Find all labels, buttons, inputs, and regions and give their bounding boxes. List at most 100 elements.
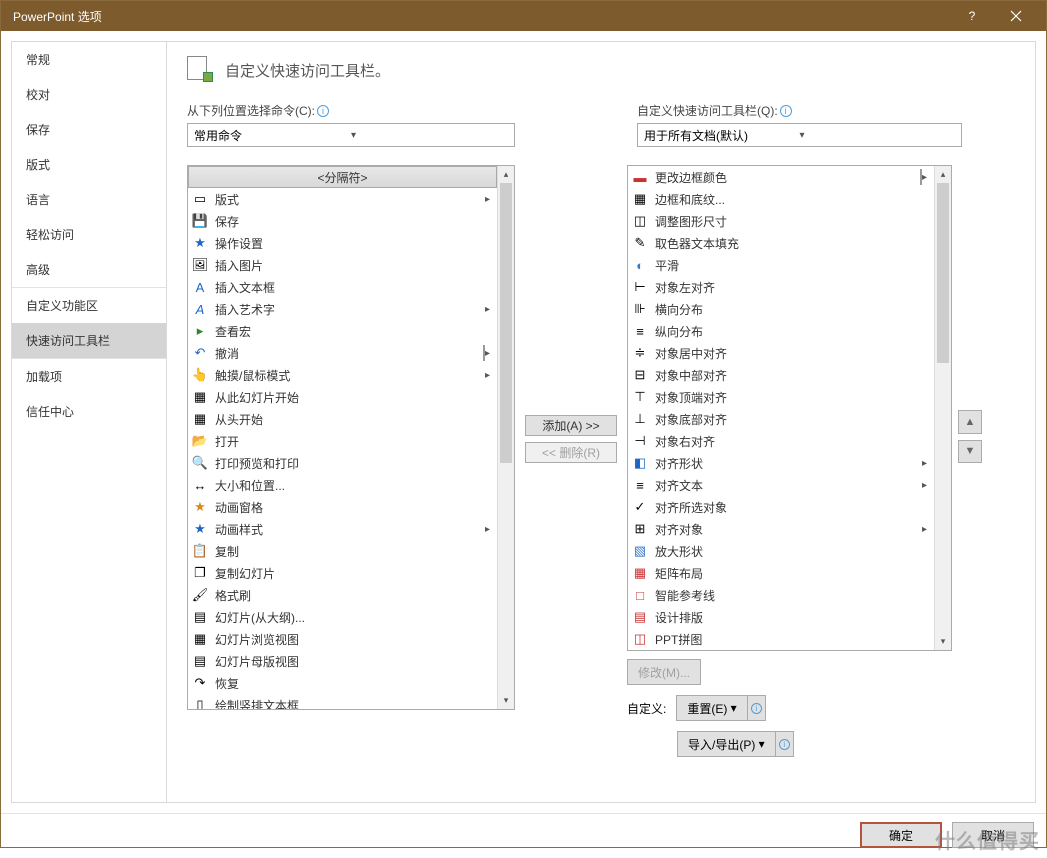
- list-item[interactable]: ⊣对象右对齐: [628, 430, 934, 452]
- sidebar-item[interactable]: 快速访问工具栏: [12, 323, 166, 358]
- list-item[interactable]: ▯绘制竖排文本框: [188, 694, 497, 709]
- command-icon: ★: [191, 235, 209, 251]
- available-commands-list[interactable]: <分隔符>▭版式▸💾保存★操作设置🖼插入图片A插入文本框A插入艺术字▸▸查看宏↶…: [187, 165, 515, 710]
- list-item[interactable]: ⊞对齐对象▸: [628, 518, 934, 540]
- command-icon: ↔: [191, 477, 209, 493]
- sidebar: 常规校对保存版式语言轻松访问高级自定义功能区快速访问工具栏加载项信任中心: [11, 41, 166, 803]
- list-item[interactable]: 📂打开: [188, 430, 497, 452]
- list-item[interactable]: <分隔符>: [188, 166, 497, 188]
- scroll-up-button[interactable]: ▴: [935, 166, 951, 183]
- scrollbar[interactable]: ▴ ▾: [934, 166, 951, 650]
- sidebar-item[interactable]: 版式: [12, 147, 166, 182]
- command-icon: ▦: [631, 565, 649, 581]
- list-item[interactable]: ↔大小和位置...: [188, 474, 497, 496]
- list-item[interactable]: ▤设计排版: [628, 606, 934, 628]
- sidebar-item[interactable]: 轻松访问: [12, 217, 166, 252]
- list-item[interactable]: ▦从此幻灯片开始: [188, 386, 497, 408]
- sidebar-item[interactable]: 常规: [12, 42, 166, 77]
- list-item[interactable]: ≡纵向分布: [628, 320, 934, 342]
- list-item[interactable]: ↷恢复: [188, 672, 497, 694]
- list-item[interactable]: ◫调整图形尺寸: [628, 210, 934, 232]
- commands-from-dropdown[interactable]: 常用命令 ▾: [187, 123, 515, 147]
- list-item[interactable]: ▭版式▸: [188, 188, 497, 210]
- list-item[interactable]: 📋复制: [188, 540, 497, 562]
- list-item[interactable]: ⊟对象中部对齐: [628, 364, 934, 386]
- remove-button[interactable]: << 删除(R): [525, 442, 617, 463]
- list-item[interactable]: ▤幻灯片母版视图: [188, 650, 497, 672]
- close-icon: [1010, 10, 1022, 22]
- list-item[interactable]: ◐平滑: [628, 254, 934, 276]
- command-icon: ⊟: [631, 367, 649, 383]
- list-item[interactable]: 🔍打印预览和打印: [188, 452, 497, 474]
- list-item[interactable]: ⊥对象底部对齐: [628, 408, 934, 430]
- command-icon: ▯: [191, 697, 209, 709]
- list-item[interactable]: ★操作设置: [188, 232, 497, 254]
- list-item[interactable]: ▦幻灯片浏览视图: [188, 628, 497, 650]
- scroll-up-button[interactable]: ▴: [498, 166, 514, 183]
- command-icon: ⊢: [631, 279, 649, 295]
- command-icon: ⊞: [631, 521, 649, 537]
- list-item[interactable]: ▧放大形状: [628, 540, 934, 562]
- list-item[interactable]: ★动画窗格: [188, 496, 497, 518]
- list-item[interactable]: ◧对齐形状▸: [628, 452, 934, 474]
- list-item[interactable]: ❐复制幻灯片: [188, 562, 497, 584]
- ok-button[interactable]: 确定: [860, 822, 942, 848]
- scroll-down-button[interactable]: ▾: [498, 692, 514, 709]
- sidebar-item[interactable]: 保存: [12, 112, 166, 147]
- list-item[interactable]: ⊪横向分布: [628, 298, 934, 320]
- sidebar-item[interactable]: 自定义功能区: [12, 288, 166, 323]
- sidebar-item[interactable]: 信任中心: [12, 394, 166, 429]
- list-item[interactable]: ↶撤消▸: [188, 342, 497, 364]
- command-icon: ⊤: [631, 389, 649, 405]
- list-item[interactable]: ▤幻灯片(从大纲)...: [188, 606, 497, 628]
- list-item[interactable]: 🖼插入图片: [188, 254, 497, 276]
- command-icon: ▦: [191, 389, 209, 405]
- move-up-button[interactable]: ▲: [958, 410, 982, 434]
- sidebar-item[interactable]: 高级: [12, 252, 166, 287]
- list-item[interactable]: 💾保存: [188, 210, 497, 232]
- close-button[interactable]: [994, 1, 1038, 31]
- list-item[interactable]: ◫PPT拼图: [628, 628, 934, 650]
- list-item[interactable]: □智能参考线: [628, 584, 934, 606]
- list-item[interactable]: 👆触摸/鼠标模式▸: [188, 364, 497, 386]
- sidebar-item[interactable]: 加载项: [12, 359, 166, 394]
- list-item[interactable]: A插入艺术字▸: [188, 298, 497, 320]
- list-item[interactable]: ✎取色器文本填充: [628, 232, 934, 254]
- move-down-button[interactable]: ▼: [958, 440, 982, 464]
- command-icon: ✓: [631, 499, 649, 515]
- command-icon: ▤: [191, 653, 209, 669]
- list-item[interactable]: ▦矩阵布局: [628, 562, 934, 584]
- list-item[interactable]: ≡对齐文本▸: [628, 474, 934, 496]
- help-button[interactable]: ?: [950, 1, 994, 31]
- list-item[interactable]: ⊤对象顶端对齐: [628, 386, 934, 408]
- qat-commands-list[interactable]: ▬更改边框颜色▸▦边框和底纹...◫调整图形尺寸✎取色器文本填充◐平滑⊢对象左对…: [627, 165, 952, 651]
- command-icon: 🖼: [191, 257, 209, 273]
- list-item[interactable]: ★动画样式▸: [188, 518, 497, 540]
- info-icon[interactable]: i: [317, 105, 329, 117]
- qat-scope-dropdown[interactable]: 用于所有文档(默认) ▾: [637, 123, 962, 147]
- dropdown-value: 常用命令: [194, 127, 351, 144]
- list-item[interactable]: ≑对象居中对齐: [628, 342, 934, 364]
- list-item[interactable]: ⊢对象左对齐: [628, 276, 934, 298]
- list-item[interactable]: ▦边框和底纹...: [628, 188, 934, 210]
- scrollbar[interactable]: ▴ ▾: [497, 166, 514, 709]
- command-icon: ≡: [631, 477, 649, 493]
- command-icon: 👆: [191, 367, 209, 383]
- scroll-down-button[interactable]: ▾: [935, 633, 951, 650]
- command-icon: □: [631, 587, 649, 603]
- info-icon[interactable]: i: [780, 105, 792, 117]
- command-icon: ⊥: [631, 411, 649, 427]
- list-item[interactable]: ▦从头开始: [188, 408, 497, 430]
- add-button[interactable]: 添加(A) >>: [525, 415, 617, 436]
- list-item[interactable]: ▸查看宏: [188, 320, 497, 342]
- sidebar-item[interactable]: 语言: [12, 182, 166, 217]
- list-item[interactable]: ▬更改边框颜色▸: [628, 166, 934, 188]
- list-item[interactable]: 🖌格式刷: [188, 584, 497, 606]
- sidebar-item[interactable]: 校对: [12, 77, 166, 112]
- cancel-button[interactable]: 取消: [952, 822, 1034, 848]
- command-icon: 🖌: [191, 587, 209, 603]
- list-item[interactable]: ✓对齐所选对象: [628, 496, 934, 518]
- command-icon: ▸: [191, 323, 209, 339]
- main-panel: 自定义快速访问工具栏。 从下列位置选择命令(C):i 常用命令 ▾ 自定义快速访…: [166, 41, 1036, 803]
- list-item[interactable]: A插入文本框: [188, 276, 497, 298]
